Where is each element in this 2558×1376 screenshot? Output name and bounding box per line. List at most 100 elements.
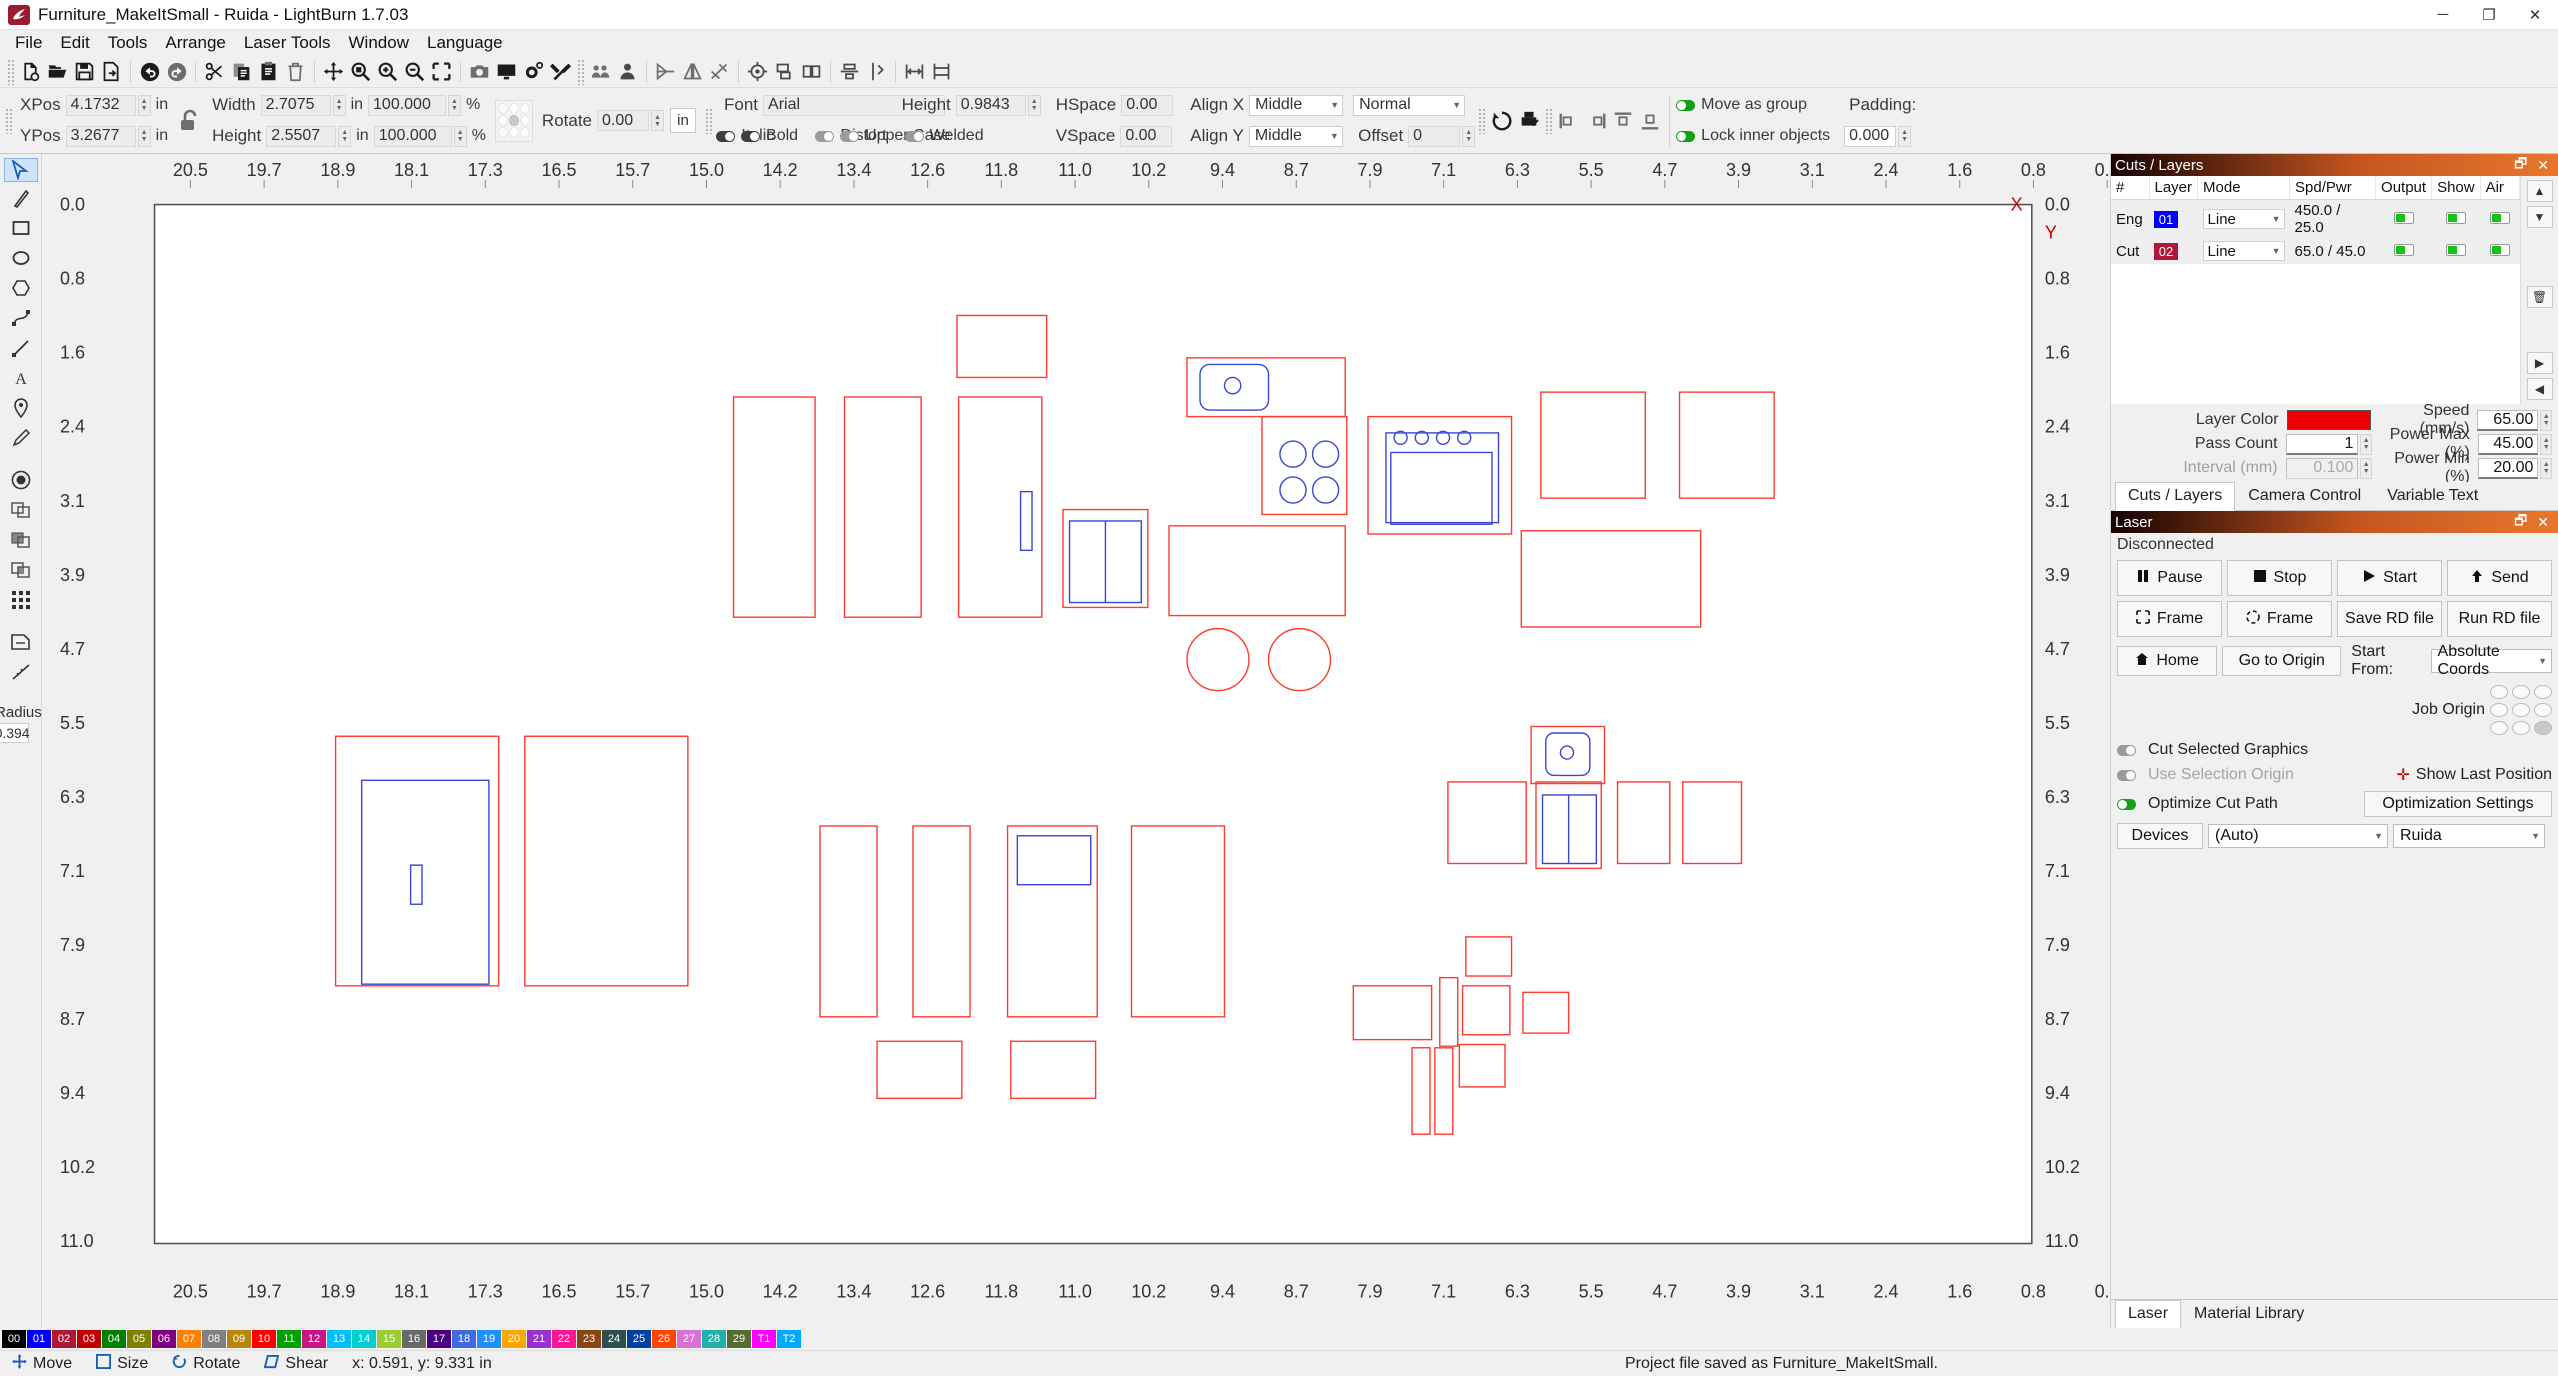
bold-toggle[interactable] [741,130,761,142]
device-select[interactable]: (Auto) ▼ [2208,824,2388,848]
zoom-out-icon[interactable] [401,58,428,85]
line-tool[interactable] [4,334,38,362]
cell-show[interactable] [2431,238,2481,264]
status-move[interactable]: Move [0,1353,84,1374]
speed-spinner[interactable]: ▲ ▼ [2540,409,2552,431]
palette-swatch[interactable]: 12 [302,1330,326,1348]
ellipse-tool[interactable] [4,244,38,272]
job-origin-selector[interactable] [2490,685,2552,735]
select-tool[interactable] [3,158,38,182]
palette-swatch[interactable]: 24 [602,1330,626,1348]
new-file-icon[interactable] [17,58,44,85]
palette-swatch[interactable]: 05 [127,1330,151,1348]
devices-button[interactable]: Devices [2117,823,2203,849]
export-icon[interactable] [98,58,125,85]
start-button[interactable]: Start [2337,560,2442,596]
set-origin-icon[interactable] [744,58,771,85]
speed-input[interactable]: 65.00 [2477,409,2539,431]
hspace-input[interactable]: 0.00 [1121,94,1174,116]
palette-swatch[interactable]: 10 [252,1330,276,1348]
undo-icon[interactable] [136,58,163,85]
tab-material-library[interactable]: Material Library [2181,1300,2317,1328]
move-down-button[interactable]: ▼ [2526,206,2553,228]
cell-air[interactable] [2480,238,2520,264]
optimize-cut-path-checkbox[interactable]: Optimize Cut Path [2117,795,2278,813]
xpos-spinner[interactable]: ▲ ▼ [137,94,151,116]
save-icon[interactable] [71,58,98,85]
align-top-icon[interactable] [1609,107,1636,134]
delete-layer-button[interactable]: 🗑 [2526,286,2553,308]
power-max-spinner[interactable]: ▲ ▼ [2540,433,2552,455]
node-edit-tool[interactable] [4,304,38,332]
cell-show[interactable] [2431,199,2481,239]
palette-swatch[interactable]: 17 [427,1330,451,1348]
move-up-button[interactable]: ▲ [2526,180,2553,202]
zoom-fit-icon[interactable] [347,58,374,85]
palette-swatch[interactable]: 13 [327,1330,351,1348]
cell-spdpwr[interactable]: 65.0 / 45.0 [2289,238,2376,264]
palette-swatch[interactable]: 18 [452,1330,476,1348]
uppercase-toggle[interactable] [840,130,860,142]
profile-select[interactable]: Ruida ▼ [2393,824,2545,848]
distribute-icon[interactable] [836,58,863,85]
width-spinner[interactable]: ▲ ▼ [332,94,346,116]
menu-window[interactable]: Window [340,30,418,56]
palette-swatch[interactable]: 06 [152,1330,176,1348]
send-button[interactable]: Send [2447,560,2552,596]
menu-file[interactable]: File [6,30,51,56]
anchor-point-selector[interactable] [494,99,533,142]
copy-icon[interactable] [228,58,255,85]
zoom-selection-icon[interactable] [428,58,455,85]
lock-aspect-icon[interactable] [173,109,207,133]
show-last-position-button[interactable]: ✛ Show Last Position [2397,765,2552,785]
xpos-input[interactable]: 4.1732 [65,94,136,116]
canvas-area[interactable]: 20.5 20.5 19.7 19.7 18.9 18.9 18.1 18.1 17.3 17.3… [42,154,2110,1328]
toolbar-grip-2[interactable] [577,58,584,85]
status-size[interactable]: Size [84,1353,160,1374]
units-button[interactable]: in [670,108,697,133]
pass-count-input[interactable]: 1 [2285,433,2359,455]
prev-layer-button[interactable]: ◀ [2526,378,2553,400]
palette-swatch[interactable]: 00 [2,1330,26,1348]
alignx-select[interactable]: Middle ▼ [1249,94,1344,116]
menu-arrange[interactable]: Arrange [156,30,234,56]
design-canvas[interactable]: 20.5 20.5 19.7 19.7 18.9 18.9 18.1 18.1 17.3 17.3… [42,154,2110,1304]
minimize-button[interactable]: ─ [2420,0,2466,30]
save-rd-file-button[interactable]: Save RD file [2337,601,2442,637]
scale-x-spinner[interactable]: ▲ ▼ [448,94,462,116]
palette-swatch[interactable]: 25 [627,1330,651,1348]
scale-y-spinner[interactable]: ▲ ▼ [453,125,467,147]
camera-icon[interactable] [466,58,493,85]
rectangle-tool[interactable] [4,214,38,242]
palette-swatch[interactable]: 07 [177,1330,201,1348]
flip-horizontal-icon[interactable] [652,58,679,85]
palette-swatch[interactable]: 27 [677,1330,701,1348]
status-shear[interactable]: Shear [252,1354,340,1374]
ungroup-icon[interactable] [614,58,641,85]
vspace-input[interactable]: 0.00 [1120,125,1173,147]
align-right-icon[interactable] [1582,107,1609,134]
cuts-list[interactable]: # Layer Mode Spd/Pwr Output Show Air Eng… [2111,176,2521,404]
align-objects-icon[interactable] [771,58,798,85]
next-layer-button[interactable]: ▶ [2526,352,2553,374]
cell-output[interactable] [2375,199,2432,239]
tab-cuts-layers[interactable]: Cuts / Layers [2115,482,2236,511]
mirror-icon[interactable] [706,58,733,85]
palette-swatch[interactable]: 15 [377,1330,401,1348]
group-icon[interactable] [587,58,614,85]
table-row[interactable]: Eng 01 Line ▼ 450.0 / 25.0 [2111,199,2520,239]
start-from-select[interactable]: Absolute Coords ▼ [2430,643,2552,678]
power-max-input[interactable]: 45.00 [2477,433,2539,455]
cell-mode[interactable]: Line ▼ [2197,238,2290,264]
measure-tool[interactable] [4,658,38,686]
laser-undock-icon[interactable]: 🗗 [2514,510,2527,534]
text-height-spinner[interactable]: ▲ ▼ [1027,94,1041,116]
paste-icon[interactable] [255,58,282,85]
palette-swatch[interactable]: 26 [652,1330,676,1348]
maximize-button[interactable]: ❐ [2466,0,2512,30]
cell-mode[interactable]: Line ▼ [2197,199,2290,239]
cell-spdpwr[interactable]: 450.0 / 25.0 [2289,199,2376,239]
stop-button[interactable]: Stop [2227,560,2332,596]
measure-spacing-icon[interactable] [928,58,955,85]
menu-edit[interactable]: Edit [51,30,98,56]
